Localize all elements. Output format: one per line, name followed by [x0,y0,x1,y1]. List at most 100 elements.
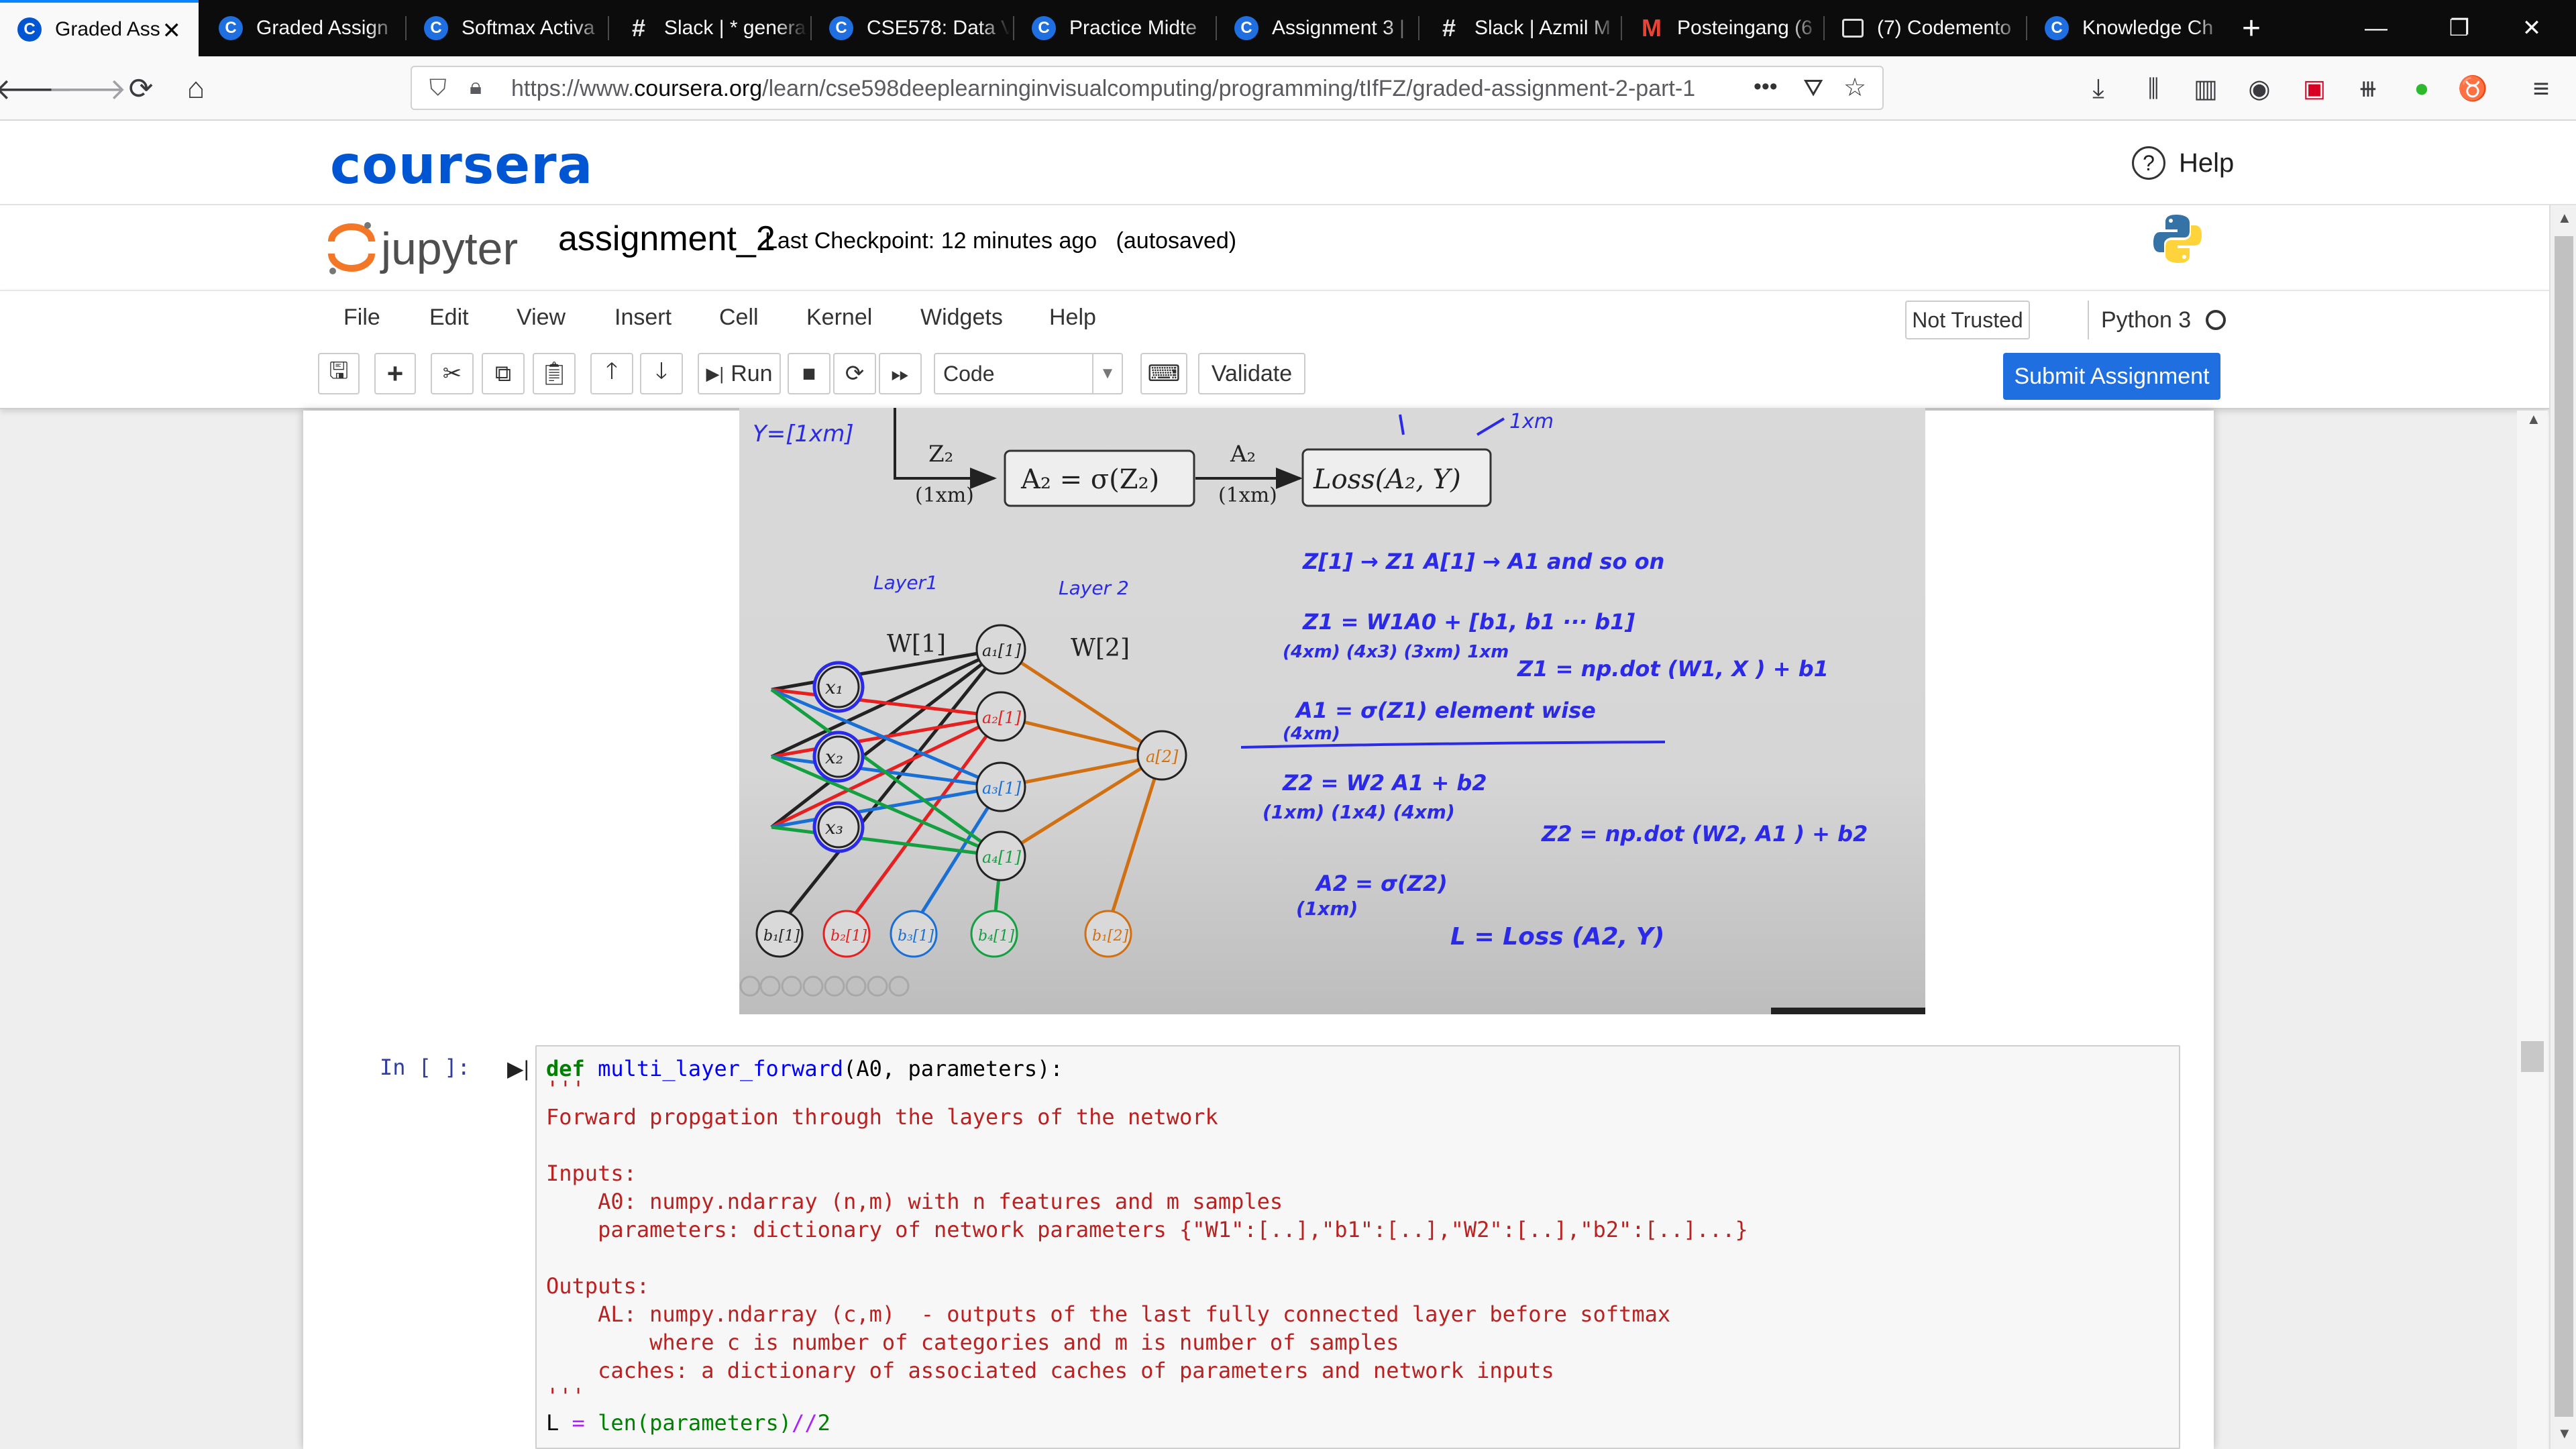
note-line-6: (4xm) [1283,724,1340,744]
paste-cells-button[interactable]: 📋︎ [533,353,576,394]
bias2-b1: b₁[2] [1092,928,1128,945]
coursera-header: coursera ? Help [0,121,2576,205]
scissors-icon: ✂ [442,361,462,386]
shield-icon[interactable]: ⛉ [429,75,447,101]
note-line-4: Z1 = np.dot (W1, X ) + b1 [1517,656,1829,682]
move-up-button[interactable]: 🡑 [590,353,633,394]
code-line-layers: L = len(parameters)//2 [546,1410,830,1436]
forward-button[interactable]: 🡒 [48,68,127,109]
tab-practice-midterm[interactable]: C Practice Midte [1014,0,1213,56]
run-cell-icon[interactable]: ▶| [507,1056,529,1081]
notebook-scroll-thumb[interactable] [2521,1041,2544,1072]
restart-run-all-button[interactable]: ⏩︎ [879,353,922,394]
scroll-up-arrow-icon[interactable]: ▲ [2526,411,2541,428]
notebook-name[interactable]: assignment_2 [558,219,775,259]
page-scrollbar[interactable]: ▲ ▼ [2549,205,2576,1449]
code-icon [1842,19,1864,38]
coursera-logo[interactable]: coursera [330,136,593,196]
page-actions-icon[interactable]: ••• [1754,74,1778,100]
restore-button[interactable]: ❐ [2431,0,2487,56]
page-scroll-down-icon[interactable]: ▼ [2557,1425,2572,1442]
menu-hamburger-icon[interactable]: ≡ [2521,68,2561,109]
library-icon[interactable]: ⫼ [2133,68,2174,109]
insert-cell-button[interactable]: + [374,353,416,394]
kernel-idle-icon [2206,310,2226,330]
tab-codementor[interactable]: (7) Codemento [1825,0,2023,56]
step-forward-icon: ▶| [706,363,724,384]
move-down-button[interactable]: 🡓 [640,353,683,394]
tab-graded-assign[interactable]: C Graded Assign [201,0,400,56]
sidebar-icon[interactable]: ▥ [2186,68,2226,109]
kernel-indicator[interactable]: Python 3 [2088,301,2226,339]
close-window-button[interactable]: ✕ [2504,0,2560,56]
new-tab-button[interactable]: + [2223,0,2279,56]
run-button[interactable]: ▶| Run [698,353,781,394]
menu-kernel[interactable]: Kernel [806,305,872,331]
tab-graded-assignment-active[interactable]: C Graded Ass ✕ [0,0,199,56]
pocket-icon[interactable]: ⛛ [1803,74,1823,103]
tab-slack-general[interactable]: # Slack | * genera [609,0,808,56]
code-line-def: def multi_layer_forward(A0, parameters): [546,1056,1063,1081]
bookmark-star-icon[interactable]: ☆ [1843,72,1866,103]
tab-posteingang[interactable]: M Posteingang (6 [1622,0,1821,56]
restart-icon: ⟳ [845,361,865,386]
account-icon[interactable]: ◉ [2239,68,2279,109]
input-x2: x₂ [825,746,843,768]
menu-help[interactable]: Help [1049,305,1096,331]
pocket-list-icon[interactable]: ▣ [2294,68,2334,109]
grammarly-icon[interactable]: ● [2402,68,2442,109]
validate-button[interactable]: Validate [1198,353,1305,394]
trust-status-button[interactable]: Not Trusted [1905,301,2030,339]
save-icon: 🖫 [329,358,349,384]
menu-file[interactable]: File [343,305,380,331]
help-icon: ? [2132,146,2165,180]
tab-cse578[interactable]: C CSE578: Data V [812,0,1010,56]
tab-assignment-3[interactable]: C Assignment 3 | [1217,0,1415,56]
cell-type-select[interactable]: Code ▼ [934,353,1123,394]
tab-slack-azmil[interactable]: # Slack | Azmil M [1419,0,1618,56]
z2-dim: (1xm) [915,484,974,507]
menu-insert[interactable]: Insert [614,305,672,331]
reload-button[interactable]: ⟳ [121,68,161,109]
address-bar[interactable]: ⛉ 🔒︎ https://www.coursera.org/learn/cse5… [411,66,1884,110]
page-scroll-thumb[interactable] [2555,236,2573,1417]
extension-icon[interactable]: ⧻ [2348,68,2388,109]
page-scroll-up-icon[interactable]: ▲ [2557,209,2572,227]
lecture-notes-image: Y=[1xm] Z₂ (1xm) A₂ = σ(Z₂) A₂ (1xm) Los… [739,408,1925,1014]
bias-b1: b₁[1] [763,928,800,945]
code-cell-editor[interactable]: def multi_layer_forward(A0, parameters):… [535,1045,2180,1449]
cut-cells-button[interactable]: ✂ [431,353,474,394]
loss-box: Loss(A₂, Y) [1313,464,1461,495]
docstring-line: A0: numpy.ndarray (n,m) with n features … [546,1189,1283,1214]
tab-knowledge[interactable]: C Knowledge Ch [2027,0,2226,56]
interrupt-kernel-button[interactable]: ■ [788,353,830,394]
command-palette-button[interactable]: ⌨ [1140,353,1187,394]
copy-icon: ⧉ [494,360,512,386]
copy-cells-button[interactable]: ⧉ [482,353,525,394]
a2-box: A₂ = σ(Z₂) [1020,464,1159,495]
close-tab-icon[interactable]: ✕ [162,17,182,44]
note-line-2: Z1 = W1A0 + [b1, b1 ··· b1] [1302,609,1635,635]
y-label: Y=[1xm] [753,421,854,447]
restart-kernel-button[interactable]: ⟳ [833,353,876,394]
help-link[interactable]: ? Help [2132,146,2234,180]
menu-edit[interactable]: Edit [429,305,469,331]
lock-icon[interactable]: 🔒︎ [470,74,482,100]
jupyter-header: jupyter assignment_2 Last Checkpoint: 12… [0,205,2549,290]
save-button[interactable]: 🖫 [318,353,360,394]
jupyter-logo[interactable]: jupyter [325,215,559,282]
paste-icon: 📋︎ [539,361,569,386]
home-button[interactable]: ⌂ [176,68,216,109]
notebook-scrollbar[interactable]: ▲ [2517,411,2548,1449]
note-line-9: Z2 = np.dot (W2, A1 ) + b2 [1541,821,1868,847]
submit-assignment-button[interactable]: Submit Assignment [2003,353,2220,400]
downloads-icon[interactable]: ⤓ [2078,68,2118,109]
hidden-a4: a₄[1] [982,848,1022,867]
extension-badge-icon[interactable]: ♉ [2453,68,2493,109]
minimize-button[interactable]: — [2348,0,2404,56]
svg-text:jupyter: jupyter [380,223,518,274]
menu-view[interactable]: View [517,305,566,331]
tab-softmax[interactable]: C Softmax Activa [407,0,605,56]
menu-widgets[interactable]: Widgets [920,305,1003,331]
menu-cell[interactable]: Cell [719,305,759,331]
